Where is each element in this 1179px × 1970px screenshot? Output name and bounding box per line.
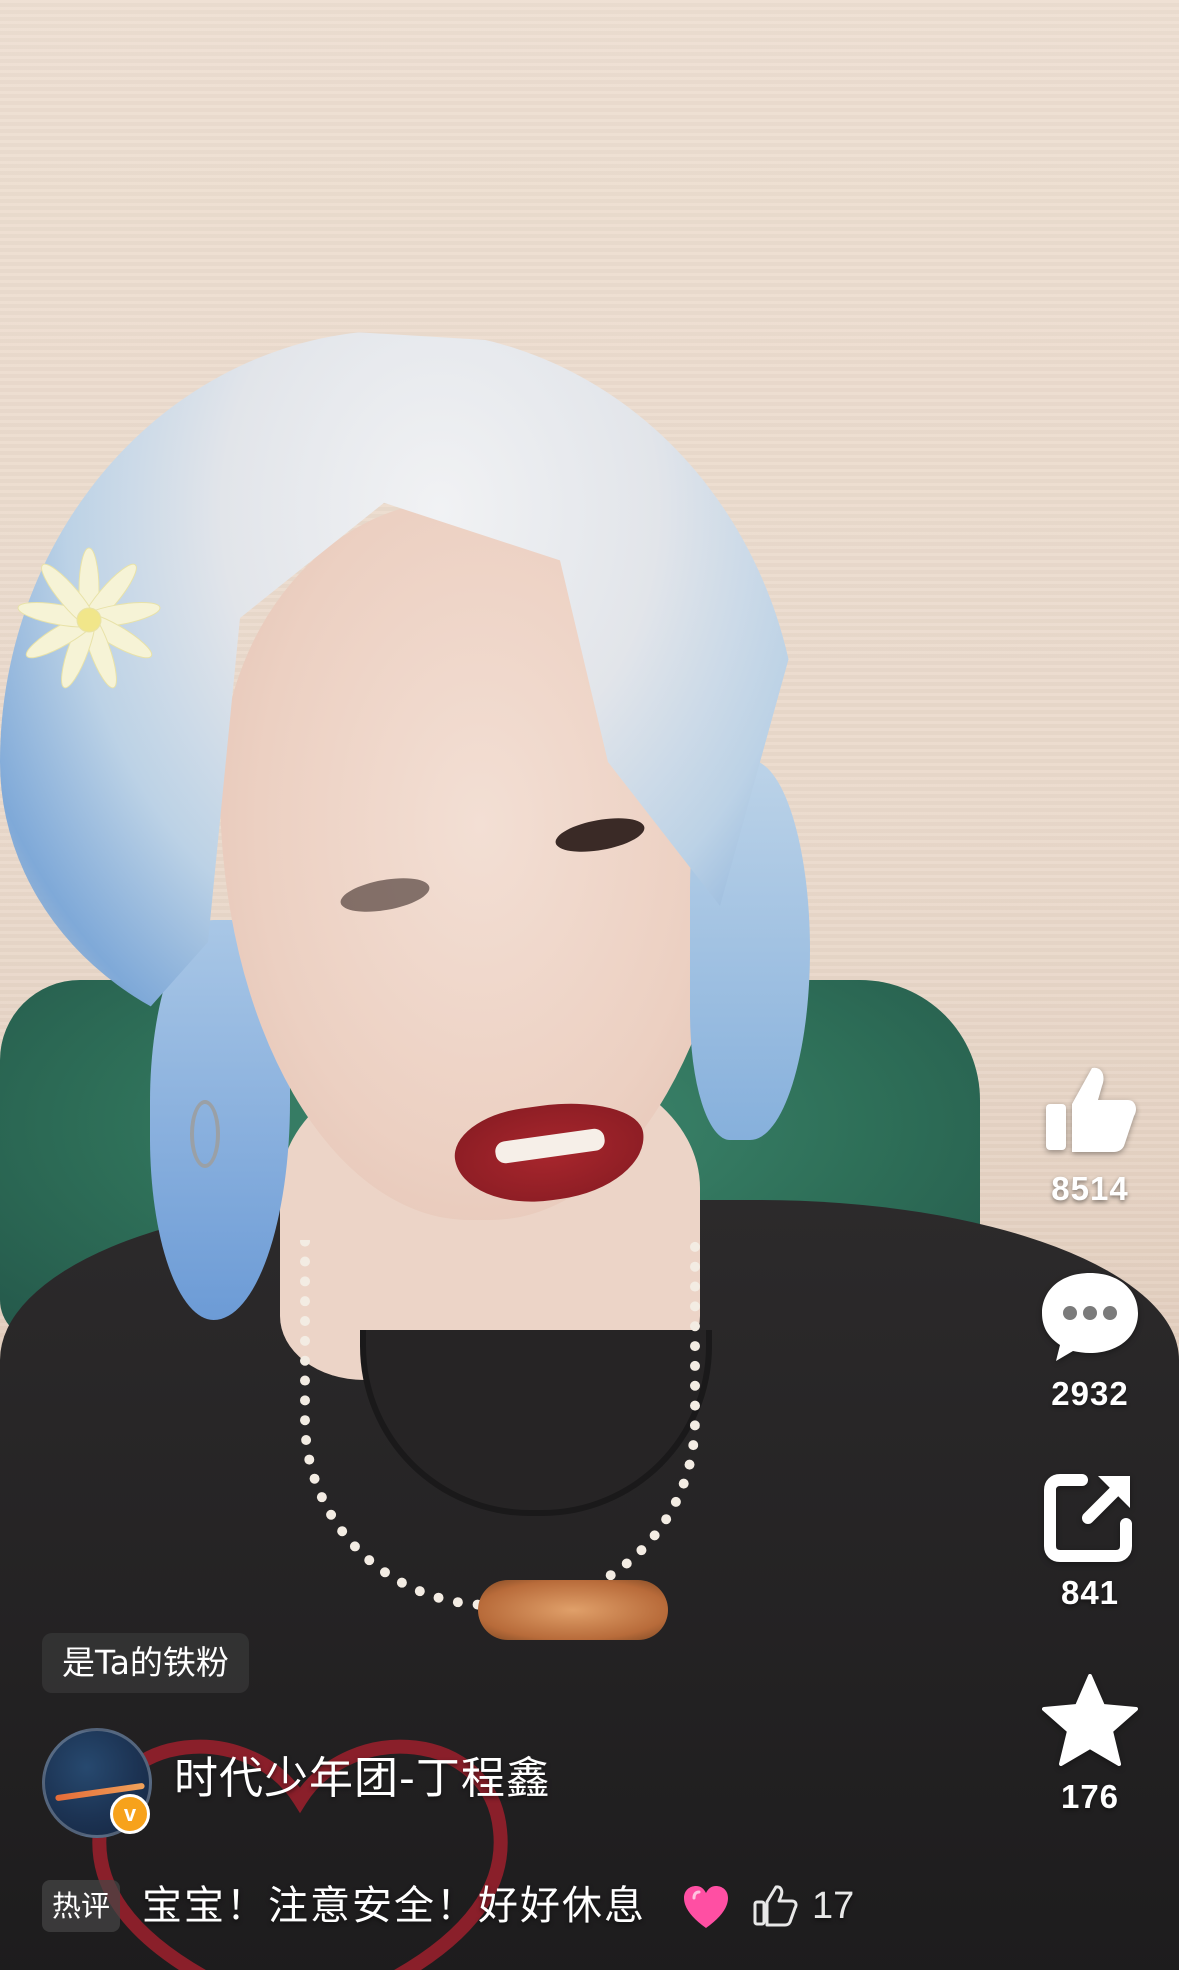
hot-comment-tag: 热评 xyxy=(42,1880,121,1932)
flower-pendant xyxy=(478,1580,668,1640)
comment-button[interactable]: 2932 xyxy=(1010,1265,1170,1413)
share-icon xyxy=(1044,1474,1132,1562)
comment-count: 2932 xyxy=(1051,1375,1129,1412)
comment-bubble-icon xyxy=(1042,1273,1138,1361)
pink-heart-icon xyxy=(684,1886,728,1928)
share-count: 841 xyxy=(1060,1574,1120,1611)
fan-badge[interactable]: 是Ta的铁粉 xyxy=(42,1633,249,1693)
hot-comment-text: 宝宝！注意安全！好好休息 xyxy=(142,1883,646,1929)
hot-comment[interactable]: 热评 宝宝！注意安全！好好休息 17 xyxy=(42,1876,942,1936)
thumbs-up-icon xyxy=(1046,1067,1136,1152)
author-name[interactable]: 时代少年团-丁程鑫 xyxy=(174,1742,551,1806)
hot-comment-like-count: 17 xyxy=(812,1885,855,1927)
star-icon xyxy=(1042,1674,1138,1766)
author-row[interactable]: v 时代少年团-丁程鑫 xyxy=(42,1728,942,1838)
hair-flower-icon xyxy=(17,547,161,689)
like-count: 8514 xyxy=(1051,1170,1129,1207)
earring xyxy=(190,1100,220,1168)
share-button[interactable]: 841 xyxy=(1010,1468,1170,1612)
like-button[interactable]: 8514 xyxy=(1010,1060,1170,1208)
favorite-button[interactable]: 176 xyxy=(1010,1672,1170,1816)
shell-necklace xyxy=(300,1240,700,1610)
thumbs-up-outline-icon xyxy=(753,1885,798,1927)
verified-badge-icon: v xyxy=(110,1794,150,1834)
favorite-count: 176 xyxy=(1060,1778,1120,1815)
